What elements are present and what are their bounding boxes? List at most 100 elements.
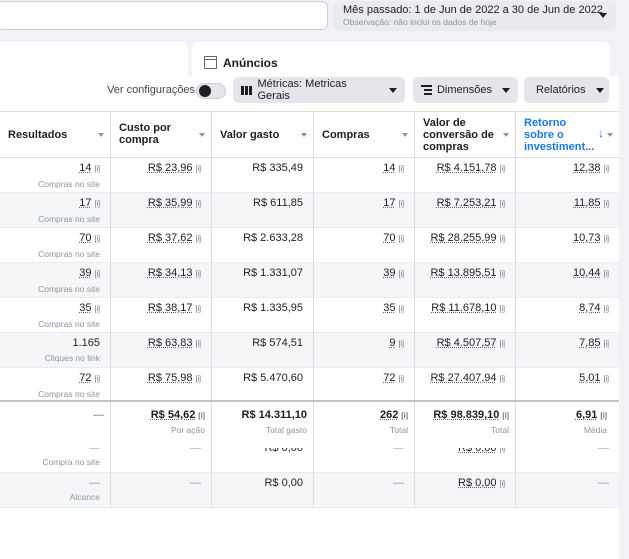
col-header-label: compras bbox=[423, 141, 469, 153]
info-icon[interactable]: [i] bbox=[95, 233, 100, 246]
col-header-purchases[interactable]: Compras bbox=[314, 112, 415, 159]
info-icon[interactable]: [i] bbox=[95, 373, 100, 386]
info-icon[interactable]: [i] bbox=[604, 268, 609, 281]
info-icon[interactable]: [i] bbox=[196, 163, 201, 176]
cell-results: 72 [i] Compras no site bbox=[0, 368, 111, 403]
total-roas-value: 6,91 bbox=[575, 409, 598, 421]
table-row[interactable]: 17 [i] Compras no site R$ 35,99 [i] R$ 611,85… bbox=[0, 193, 619, 228]
cell-value-text: 9 bbox=[389, 337, 396, 349]
info-icon[interactable]: [i] bbox=[604, 303, 609, 316]
info-icon[interactable]: [i] bbox=[399, 373, 404, 386]
info-icon[interactable]: [i] bbox=[198, 413, 205, 420]
table-row[interactable]: 35 [i] Compras no site R$ 38,17 [i] R$ 1.335,… bbox=[0, 298, 619, 333]
cell-spent: R$ 1.331,07 bbox=[212, 263, 314, 298]
info-icon[interactable]: [i] bbox=[500, 268, 505, 281]
cell-value-text: — bbox=[598, 477, 609, 489]
date-range-label: Mês passado: 1 de Jun de 2022 a 30 de Ju… bbox=[343, 4, 603, 16]
col-header-amount-spent[interactable]: Valor gasto bbox=[212, 112, 314, 159]
cell-value-text: — bbox=[190, 477, 201, 489]
table-row[interactable]: — Alcance — R$ 0,00— R$ 0,00 [i] — bbox=[0, 473, 619, 508]
chevron-down-icon bbox=[595, 87, 604, 93]
cell-value: 72 [i] bbox=[314, 372, 404, 386]
cell-value-text: R$ 611,85 bbox=[253, 197, 303, 209]
info-icon[interactable]: [i] bbox=[95, 163, 100, 176]
info-icon[interactable]: [i] bbox=[399, 233, 404, 246]
cell-value: 10,73 [i] bbox=[516, 232, 609, 246]
sort-descending-icon: ↓ bbox=[598, 126, 604, 140]
cell-value-text: 14 bbox=[383, 162, 396, 174]
cell-value-text: R$ 2.633,28 bbox=[243, 232, 303, 244]
info-icon[interactable]: [i] bbox=[196, 303, 201, 316]
info-icon[interactable]: [i] bbox=[500, 198, 505, 211]
info-icon[interactable]: [i] bbox=[500, 233, 505, 246]
info-icon[interactable]: [i] bbox=[399, 268, 404, 281]
col-header-conversion-value[interactable]: Valor de conversão de compras bbox=[415, 112, 516, 159]
info-icon[interactable]: [i] bbox=[196, 268, 201, 281]
info-icon[interactable]: [i] bbox=[399, 303, 404, 316]
info-icon[interactable]: [i] bbox=[502, 413, 509, 420]
ad-icon bbox=[204, 56, 217, 69]
dimensions-dropdown[interactable]: Dimensões bbox=[413, 77, 518, 103]
info-icon[interactable]: [i] bbox=[399, 338, 404, 351]
cell-value: R$ 0,00 [i] bbox=[415, 473, 516, 508]
cell-value-text: R$ 34,13 bbox=[147, 267, 193, 279]
col-header-roas[interactable]: Retorno sobre o investiment... ↓ bbox=[516, 112, 619, 159]
cell-value: R$ 0,00 [i] bbox=[415, 477, 505, 491]
table-row[interactable]: 14 [i] Compras no site R$ 23,96 [i] R$ 335,49… bbox=[0, 158, 619, 193]
reports-dropdown[interactable]: Relatórios bbox=[524, 77, 609, 103]
info-icon[interactable]: [i] bbox=[401, 413, 408, 420]
view-settings-toggle[interactable] bbox=[196, 83, 226, 99]
cell-value-text: — bbox=[89, 477, 100, 489]
sort-caret-icon bbox=[301, 133, 307, 137]
info-icon[interactable]: [i] bbox=[196, 198, 201, 211]
info-icon[interactable]: [i] bbox=[500, 303, 505, 316]
info-icon[interactable]: [i] bbox=[196, 373, 201, 386]
total-purchases-label: Total bbox=[390, 425, 408, 435]
col-header-results[interactable]: Resultados bbox=[0, 112, 111, 159]
tab-ad-sets[interactable] bbox=[0, 42, 188, 76]
total-results: — bbox=[0, 402, 111, 450]
info-icon[interactable]: [i] bbox=[399, 163, 404, 176]
col-header-label: Valor gasto bbox=[220, 129, 280, 141]
info-icon[interactable]: [i] bbox=[196, 233, 201, 246]
info-icon[interactable]: [i] bbox=[604, 198, 609, 211]
info-icon[interactable]: [i] bbox=[500, 373, 505, 386]
info-icon[interactable]: [i] bbox=[604, 163, 609, 176]
date-range-picker[interactable]: Mês passado: 1 de Jun de 2022 a 30 de Ju… bbox=[333, 1, 616, 31]
cell-value-text: 39 bbox=[383, 267, 396, 279]
table-totals-row: — R$ 54,62 [i] Por ação R$ 14.311,10 Tota… bbox=[0, 400, 619, 450]
table-row[interactable]: 72 [i] Compras no site R$ 75,98 [i] R$ 5.470,… bbox=[0, 368, 619, 403]
table-row[interactable]: 39 [i] Compras no site R$ 34,13 [i] R$ 1.331,… bbox=[0, 263, 619, 298]
cell-value: 35 [i] bbox=[314, 302, 404, 316]
table-row[interactable]: 1.165 Cliques no link R$ 63,83 [i] R$ 574,51… bbox=[0, 333, 619, 368]
cell-cost: — bbox=[111, 473, 212, 508]
info-icon[interactable]: [i] bbox=[604, 373, 609, 386]
cell-value-text: R$ 38,17 bbox=[147, 302, 193, 314]
info-icon[interactable]: [i] bbox=[500, 478, 505, 491]
cell-value-text: R$ 5.470,60 bbox=[243, 372, 303, 384]
metrics-dropdown-label: Métricas: Metricas Gerais bbox=[257, 78, 347, 102]
cell-value-text: 1.165 bbox=[72, 337, 100, 349]
col-header-cost-per-purchase[interactable]: Custo por compra bbox=[111, 112, 212, 159]
filter-bar[interactable] bbox=[0, 1, 328, 30]
tab-ads[interactable]: Anúncios bbox=[192, 42, 610, 76]
info-icon[interactable]: [i] bbox=[95, 268, 100, 281]
cell-value: R$ 574,51 bbox=[212, 337, 303, 350]
metrics-dropdown[interactable]: Métricas: Metricas Gerais bbox=[233, 77, 405, 103]
info-icon[interactable]: [i] bbox=[500, 338, 505, 351]
cell-value: R$ 11.678,10 [i] bbox=[415, 298, 516, 333]
info-icon[interactable]: [i] bbox=[95, 303, 100, 316]
cell-value-text: 11,85 bbox=[573, 197, 601, 209]
info-icon[interactable]: [i] bbox=[399, 198, 404, 211]
info-icon[interactable]: [i] bbox=[604, 338, 609, 351]
info-icon[interactable]: [i] bbox=[600, 413, 607, 420]
info-icon[interactable]: [i] bbox=[604, 233, 609, 246]
cell-roas: 12,38 [i] bbox=[516, 158, 619, 193]
cell-value-text: R$ 7.253,21 bbox=[436, 197, 497, 209]
table-row[interactable]: 70 [i] Compras no site R$ 37,62 [i] R$ 2.633,… bbox=[0, 228, 619, 263]
info-icon[interactable]: [i] bbox=[196, 338, 201, 351]
cell-value: 17 [i] bbox=[0, 197, 100, 211]
info-icon[interactable]: [i] bbox=[95, 198, 100, 211]
cell-purchases: — bbox=[314, 473, 415, 508]
info-icon[interactable]: [i] bbox=[500, 163, 505, 176]
